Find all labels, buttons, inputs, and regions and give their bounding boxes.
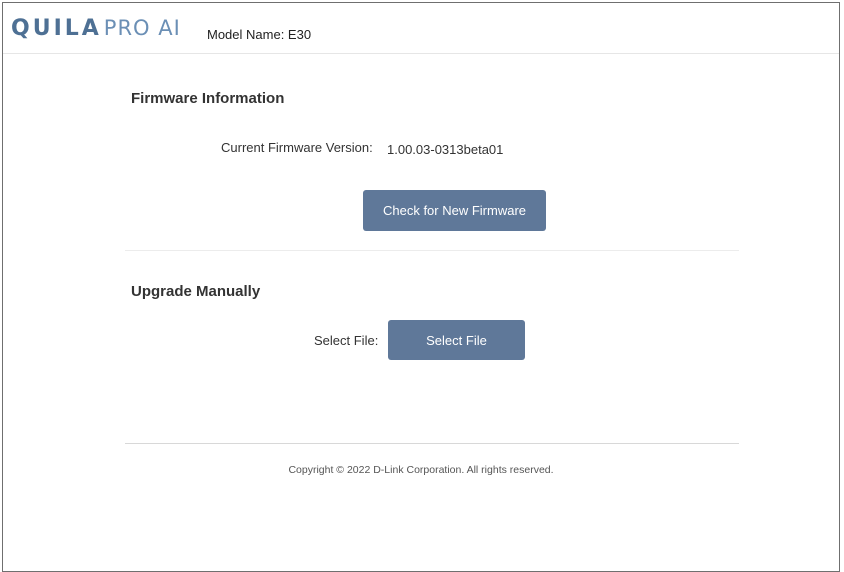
header: QUILA PRO AI Model Name: E30 bbox=[3, 3, 839, 54]
footer-divider bbox=[125, 443, 739, 444]
logo-product-text: PRO AI bbox=[103, 16, 181, 40]
model-name: Model Name: E30 bbox=[207, 27, 312, 42]
select-file-label: Select File: bbox=[314, 333, 379, 348]
current-firmware-version-value: 1.00.03-0313beta01 bbox=[387, 142, 504, 157]
quila-pro-ai-logo: QUILA PRO AI bbox=[11, 16, 181, 41]
current-firmware-version-label: Current Firmware Version: bbox=[221, 140, 373, 155]
select-file-button[interactable]: Select File bbox=[388, 320, 525, 360]
page-frame: QUILA PRO AI Model Name: E30 Firmware In… bbox=[2, 2, 840, 572]
copyright-text: Copyright © 2022 D-Link Corporation. All… bbox=[288, 464, 554, 476]
upgrade-manually-title: Upgrade Manually bbox=[131, 283, 261, 300]
firmware-information-title: Firmware Information bbox=[131, 90, 285, 107]
check-for-new-firmware-button[interactable]: Check for New Firmware bbox=[363, 190, 546, 231]
logo-brand-text: QUILA bbox=[11, 16, 102, 41]
section-divider bbox=[125, 250, 739, 251]
